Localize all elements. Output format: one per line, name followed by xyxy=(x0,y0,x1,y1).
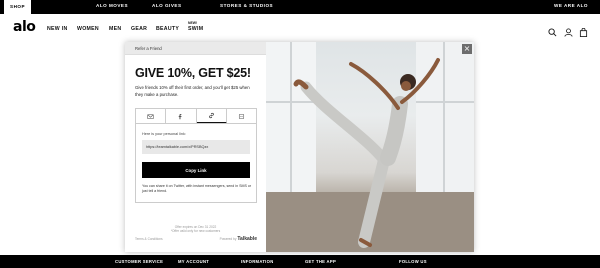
powered-by-label: Powered by xyxy=(219,237,237,241)
email-icon xyxy=(147,114,154,119)
nav-beauty[interactable]: BEAUTY xyxy=(156,26,179,32)
tab-facebook[interactable] xyxy=(166,109,197,124)
nav-swim[interactable]: SWIM xyxy=(188,26,203,32)
talkable-logo[interactable]: Talkable xyxy=(237,236,257,242)
modal-header: Refer a Friend xyxy=(125,42,266,55)
sms-icon xyxy=(238,113,244,120)
modal-header-title: Refer a Friend xyxy=(135,46,162,51)
powered-by: Powered by Talkable xyxy=(220,236,257,242)
account-icon[interactable] xyxy=(564,24,573,37)
yoga-photo: × xyxy=(266,42,474,252)
referral-panel: Refer a Friend GIVE 10%, GET $25! Give f… xyxy=(125,42,266,252)
link-icon xyxy=(208,112,214,119)
offer-restriction: *Offer valid only for new customers xyxy=(170,229,221,234)
tab-link[interactable] xyxy=(196,109,227,124)
shopping-bag-icon[interactable] xyxy=(579,24,588,37)
footer-my-account[interactable]: MY ACCOUNT xyxy=(178,259,209,264)
personal-link-field[interactable] xyxy=(142,140,250,154)
shop-link[interactable]: SHOP xyxy=(4,0,32,14)
search-icon[interactable] xyxy=(548,24,557,37)
nav-new-in[interactable]: NEW IN xyxy=(47,26,68,32)
main-nav: alo NEW IN WOMEN MEN GEAR BEAUTY NEW! SW… xyxy=(0,14,600,42)
referral-modal: Refer a Friend GIVE 10%, GET $25! Give f… xyxy=(125,42,474,252)
footer-get-the-app[interactable]: GET THE APP xyxy=(305,259,336,264)
offer-description: Give friends 10% off their first order, … xyxy=(135,85,250,97)
nav-men[interactable]: MEN xyxy=(109,26,121,32)
utility-bar: SHOP ALO MOVES ALO GIVES STORES & STUDIO… xyxy=(0,0,600,14)
offer-terms: Offer expires on Dec 31 2022 *Offer vali… xyxy=(125,225,266,234)
nav-women[interactable]: WOMEN xyxy=(77,26,99,32)
footer-follow-us[interactable]: FOLLOW US xyxy=(399,259,427,264)
footer-information[interactable]: INFORMATION xyxy=(241,259,274,264)
swim-new-badge: NEW! xyxy=(188,21,198,25)
link-share-panel: Here is your personal link: Copy Link Yo… xyxy=(135,123,257,203)
stores-studios-link[interactable]: STORES & STUDIOS xyxy=(220,3,273,8)
we-are-alo-link[interactable]: WE ARE ALO xyxy=(554,3,588,8)
yoga-pose-image xyxy=(266,42,474,252)
share-note: You can share it on Twitter, with instan… xyxy=(142,184,252,194)
share-tabs xyxy=(135,108,257,124)
alo-moves-link[interactable]: ALO MOVES xyxy=(96,3,128,8)
offer-title: GIVE 10%, GET $25! xyxy=(135,66,251,80)
tab-sms[interactable] xyxy=(227,109,256,124)
personal-link-label: Here is your personal link: xyxy=(142,132,186,136)
facebook-icon xyxy=(179,114,182,120)
terms-link[interactable]: Terms & Conditions xyxy=(135,237,163,241)
tab-email[interactable] xyxy=(136,109,167,124)
footer-customer-service[interactable]: CUSTOMER SERVICE xyxy=(115,259,163,264)
nav-gear[interactable]: GEAR xyxy=(131,26,147,32)
alo-gives-link[interactable]: ALO GIVES xyxy=(152,3,182,8)
modal-footer: Terms & Conditions Powered by Talkable xyxy=(135,236,257,242)
close-modal-button[interactable]: × xyxy=(462,44,472,54)
footer: CUSTOMER SERVICE MY ACCOUNT INFORMATION … xyxy=(0,255,600,268)
alo-logo[interactable]: alo xyxy=(13,19,36,35)
copy-link-button[interactable]: Copy Link xyxy=(142,162,250,178)
